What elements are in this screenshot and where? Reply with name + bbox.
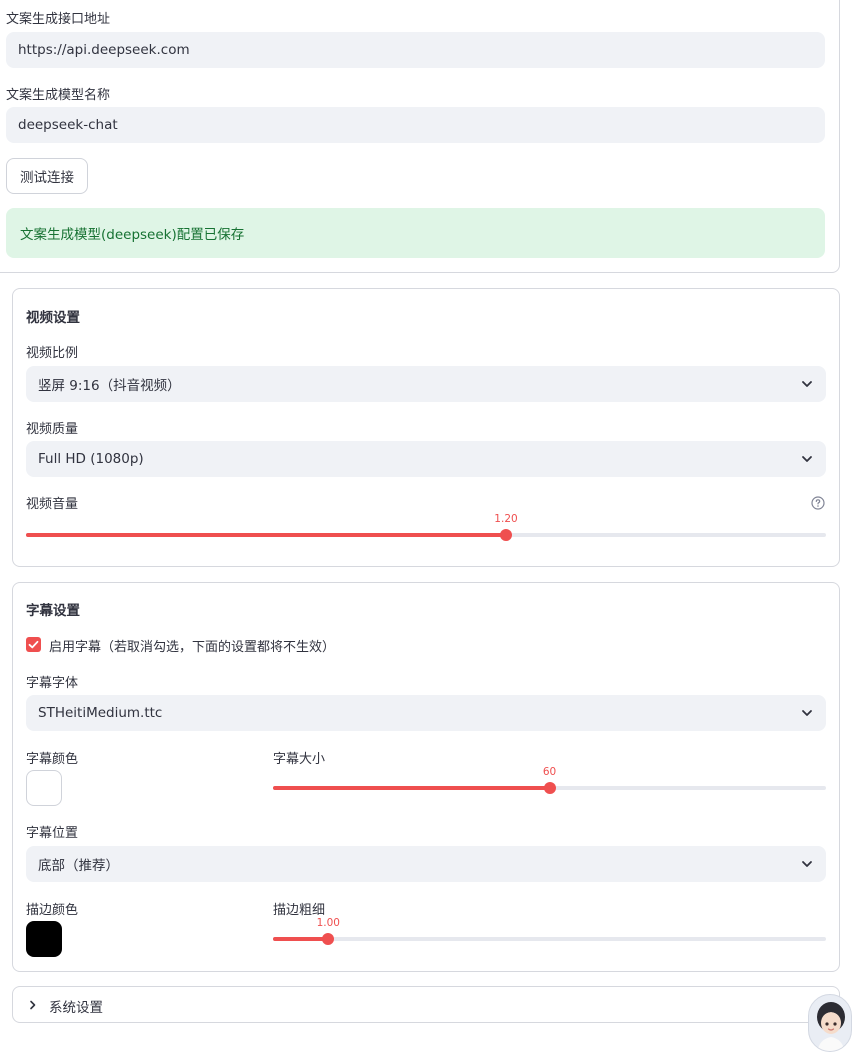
chevron-down-icon bbox=[802, 861, 812, 867]
assistant-avatar[interactable] bbox=[808, 994, 852, 1052]
endpoint-label: 文案生成接口地址 bbox=[6, 12, 111, 27]
slider-value: 1.00 bbox=[316, 917, 340, 929]
enable-subtitle-label: 启用字幕（若取消勾选，下面的设置都将不生效） bbox=[49, 640, 336, 655]
chevron-down-icon bbox=[802, 456, 812, 462]
subtitle-position-label: 字幕位置 bbox=[26, 826, 79, 841]
enable-subtitle-checkbox[interactable] bbox=[26, 637, 41, 652]
chevron-right-icon bbox=[30, 1000, 36, 1010]
endpoint-input[interactable]: https://api.deepseek.com bbox=[6, 32, 825, 68]
slider-value: 60 bbox=[542, 766, 557, 778]
stroke-color-label: 描边颜色 bbox=[26, 903, 79, 918]
help-icon[interactable] bbox=[811, 496, 825, 510]
video-volume-label: 视频音量 bbox=[26, 497, 79, 512]
video-ratio-select[interactable]: 竖屏 9:16（抖音视频） bbox=[26, 366, 826, 402]
video-ratio-value: 竖屏 9:16（抖音视频） bbox=[38, 378, 181, 394]
subtitle-settings-title: 字幕设置 bbox=[26, 603, 80, 619]
check-icon bbox=[28, 640, 39, 649]
subtitle-font-label: 字幕字体 bbox=[26, 676, 79, 691]
subtitle-position-select[interactable]: 底部（推荐） bbox=[26, 846, 826, 882]
model-name-label: 文案生成模型名称 bbox=[6, 88, 111, 103]
subtitle-color-label: 字幕颜色 bbox=[26, 752, 79, 767]
slider-value: 1.20 bbox=[494, 513, 518, 525]
stroke-width-label: 描边粗细 bbox=[273, 903, 326, 918]
system-settings-expander[interactable]: 系统设置 bbox=[12, 986, 840, 1023]
slider-thumb[interactable] bbox=[500, 529, 512, 541]
stroke-color-picker[interactable] bbox=[26, 921, 62, 957]
slider-thumb[interactable] bbox=[543, 782, 556, 794]
model-name-input[interactable]: deepseek-chat bbox=[6, 107, 825, 143]
chevron-down-icon bbox=[802, 381, 812, 387]
stroke-width-slider[interactable]: 1.00 bbox=[273, 917, 826, 945]
success-alert: 文案生成模型(deepseek)配置已保存 bbox=[6, 208, 825, 258]
subtitle-font-value: STHeitiMedium.ttc bbox=[38, 705, 163, 721]
video-volume-slider[interactable]: 1.20 bbox=[26, 513, 826, 541]
subtitle-position-value: 底部（推荐） bbox=[38, 858, 119, 874]
video-quality-label: 视频质量 bbox=[26, 422, 79, 437]
video-quality-value: Full HD (1080p) bbox=[38, 451, 144, 467]
subtitle-size-slider[interactable]: 60 bbox=[273, 766, 826, 794]
video-quality-select[interactable]: Full HD (1080p) bbox=[26, 441, 826, 477]
avatar-icon bbox=[817, 1002, 845, 1051]
subtitle-color-picker[interactable] bbox=[26, 770, 62, 806]
video-settings-card bbox=[12, 288, 840, 567]
slider-fill bbox=[273, 786, 550, 790]
test-connection-button[interactable]: 测试连接 bbox=[6, 158, 88, 194]
video-settings-title: 视频设置 bbox=[26, 310, 80, 326]
system-settings-label: 系统设置 bbox=[49, 1000, 103, 1016]
slider-fill bbox=[273, 937, 329, 941]
video-ratio-label: 视频比例 bbox=[26, 346, 79, 361]
subtitle-font-select[interactable]: STHeitiMedium.ttc bbox=[26, 695, 826, 731]
subtitle-size-label: 字幕大小 bbox=[273, 752, 326, 767]
slider-fill bbox=[26, 533, 506, 537]
chevron-down-icon bbox=[802, 710, 812, 716]
